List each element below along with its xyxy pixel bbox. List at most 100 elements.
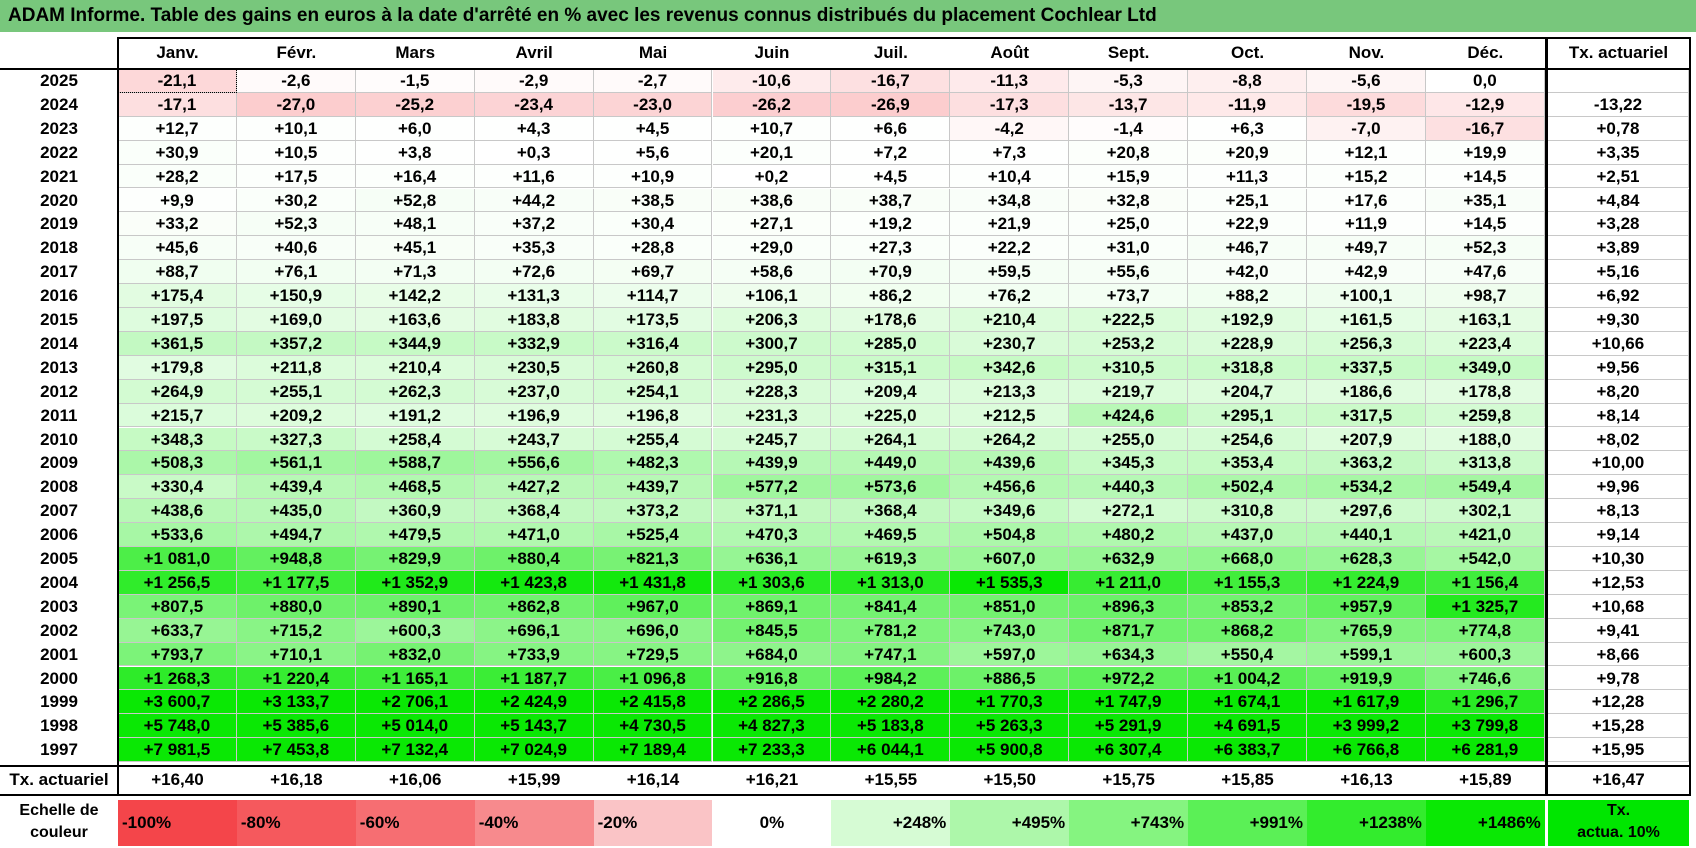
table-cell: +213,3 xyxy=(950,379,1070,404)
table-cell: +6 307,4 xyxy=(1069,738,1189,763)
year-label: 2019 xyxy=(40,214,78,234)
table-cell: +710,1 xyxy=(236,642,356,667)
table-cell: -5,6 xyxy=(1307,69,1426,93)
table-cell: +52,3 xyxy=(1425,236,1545,261)
table-top-border xyxy=(118,37,1545,39)
table-cell: +88,7 xyxy=(118,260,237,285)
table-cell: +424,6 xyxy=(1069,403,1189,428)
color-scale-swatch: +1238% xyxy=(1307,800,1426,846)
table-cell: +948,8 xyxy=(236,547,356,571)
table-cell: +255,4 xyxy=(593,427,713,452)
table-cell: +1 211,0 xyxy=(1069,570,1189,595)
month-header: Juin xyxy=(754,43,790,62)
table-cell: +5 014,0 xyxy=(355,714,475,739)
table-cell: +106,1 xyxy=(712,284,832,308)
table-cell: +781,2 xyxy=(831,618,951,643)
table-cell: +38,6 xyxy=(712,188,832,213)
table-cell: +2 706,1 xyxy=(355,690,475,715)
table-cell: +533,6 xyxy=(118,523,237,547)
table-cell: +3 600,7 xyxy=(118,690,237,715)
table-cell: +285,0 xyxy=(831,331,951,356)
table-cell: +253,2 xyxy=(1069,331,1189,356)
year-label: 2004 xyxy=(40,572,78,592)
table-cell: +6 383,7 xyxy=(1188,738,1307,763)
footer-rate-cell: +15,89 xyxy=(1459,770,1512,790)
table-cell: +10,7 xyxy=(712,116,832,141)
table-cell: +76,1 xyxy=(236,260,356,285)
table-cell: +12,7 xyxy=(118,116,237,141)
footer-overall-rate: +16,47 xyxy=(1592,770,1645,790)
table-cell: +55,6 xyxy=(1069,260,1189,285)
table-cell: +440,1 xyxy=(1307,523,1426,547)
rate-cell: +10,66 xyxy=(1548,331,1689,356)
footer-rate-cell: +15,55 xyxy=(864,770,918,790)
table-cell: +316,4 xyxy=(593,331,713,356)
table-cell: +4,5 xyxy=(593,116,713,141)
table-cell: +2 424,9 xyxy=(474,690,594,715)
table-cell: +765,9 xyxy=(1307,618,1426,643)
table-cell: +588,7 xyxy=(355,451,475,476)
table-cell: +210,4 xyxy=(355,355,475,380)
table-cell: +360,9 xyxy=(355,499,475,524)
table-cell: +4 691,5 xyxy=(1188,714,1307,739)
table-cell: -11,9 xyxy=(1188,92,1307,117)
table-cell: +508,3 xyxy=(118,451,237,476)
table-cell: +315,1 xyxy=(831,355,951,380)
table-cell: +746,6 xyxy=(1425,666,1545,691)
gains-table: Janv. Févr. Mars Avril Mai Juin Juil. Août Sept.… xyxy=(0,0,1696,848)
table-cell: +5 143,7 xyxy=(474,714,594,739)
table-cell: +19,2 xyxy=(831,212,951,237)
table-cell: +1 165,1 xyxy=(355,666,475,691)
color-scale-swatch: +743% xyxy=(1069,800,1189,846)
table-cell: -26,2 xyxy=(712,92,832,117)
table-cell: -11,3 xyxy=(950,69,1070,93)
table-cell: +862,8 xyxy=(474,594,594,619)
table-cell: +88,2 xyxy=(1188,284,1307,308)
table-cell: +10,9 xyxy=(593,164,713,189)
year-label: 2022 xyxy=(40,142,78,162)
table-cell: +178,6 xyxy=(831,308,951,332)
table-cell: -23,0 xyxy=(593,92,713,117)
table-cell: +5 291,9 xyxy=(1069,714,1189,739)
table-cell: +1 770,3 xyxy=(950,690,1070,715)
table-cell: -27,0 xyxy=(236,92,356,117)
rate-cell: +8,20 xyxy=(1548,379,1689,404)
footer-rate-cell: +15,75 xyxy=(1102,770,1155,790)
color-scale-swatch: +991% xyxy=(1188,800,1307,846)
table-cell: 0,0 xyxy=(1425,69,1545,93)
table-cell: +880,4 xyxy=(474,547,594,571)
table-cell: +196,8 xyxy=(593,403,713,428)
table-cell: +197,5 xyxy=(118,308,237,332)
color-scale-swatch: -20% xyxy=(593,800,713,846)
table-cell: +183,8 xyxy=(474,308,594,332)
rate-cell: +9,56 xyxy=(1548,355,1689,380)
table-cell: +1 268,3 xyxy=(118,666,237,691)
table-cell: +258,4 xyxy=(355,427,475,452)
footer-rate-cell: +16,21 xyxy=(745,770,799,790)
table-cell: +5 900,8 xyxy=(950,738,1070,763)
rate-cell: +10,00 xyxy=(1548,451,1689,476)
table-cell: +1 352,9 xyxy=(355,570,475,595)
table-cell: +504,8 xyxy=(950,523,1070,547)
table-cell: +20,1 xyxy=(712,140,832,165)
table-cell: +868,2 xyxy=(1188,618,1307,643)
table-cell: +204,7 xyxy=(1188,379,1307,404)
table-cell: +468,5 xyxy=(355,475,475,500)
table-cell: +243,7 xyxy=(474,427,594,452)
table-cell: +255,0 xyxy=(1069,427,1189,452)
rate-cell: -13,22 xyxy=(1548,92,1689,117)
table-cell: +231,3 xyxy=(712,403,832,428)
table-cell: +30,9 xyxy=(118,140,237,165)
rate-cell: +8,14 xyxy=(1548,403,1689,428)
table-cell: +31,0 xyxy=(1069,236,1189,261)
year-label: 2013 xyxy=(40,357,78,377)
table-cell: +967,0 xyxy=(593,594,713,619)
table-cell: +211,8 xyxy=(236,355,356,380)
table-cell: +86,2 xyxy=(831,284,951,308)
table-cell: +1 256,5 xyxy=(118,570,237,595)
table-cell: +6 766,8 xyxy=(1307,738,1426,763)
table-cell: +295,1 xyxy=(1188,403,1307,428)
table-cell: +853,2 xyxy=(1188,594,1307,619)
table-cell: +525,4 xyxy=(593,523,713,547)
table-cell: +19,9 xyxy=(1425,140,1545,165)
